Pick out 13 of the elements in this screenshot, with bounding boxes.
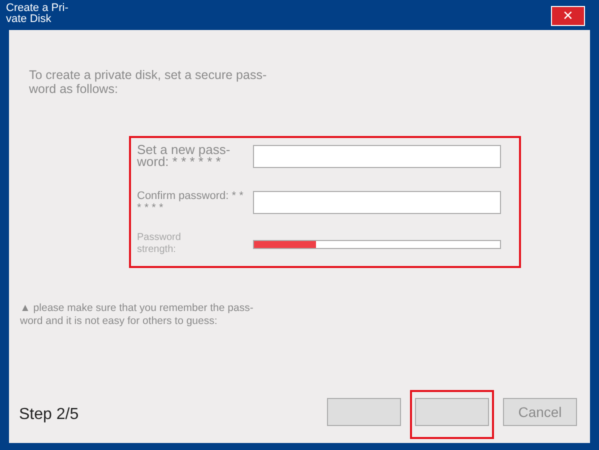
password-field[interactable]: [253, 144, 501, 168]
warning-note: ▲ please make sure that you remember the pass- word and it is not easy for others to guess:: [20, 302, 254, 328]
blank-button[interactable]: [415, 398, 489, 426]
password-field[interactable]: [253, 190, 501, 214]
cancel-button[interactable]: Cancel: [503, 398, 577, 426]
field-label: Set a new pass- word: * * * * * *: [137, 144, 232, 168]
field-label: Password strength:: [137, 232, 182, 256]
window-title: Create a Pri- vate Disk: [6, 3, 68, 27]
close-button[interactable]: ✕: [551, 6, 585, 26]
step-indicator: Step 2/5: [19, 404, 79, 424]
blank-button[interactable]: [327, 398, 401, 426]
field-label: Confirm password: * * * * * *: [137, 190, 244, 214]
intro-text: To create a private disk, set a secure pass- word as follows:: [28, 67, 268, 96]
